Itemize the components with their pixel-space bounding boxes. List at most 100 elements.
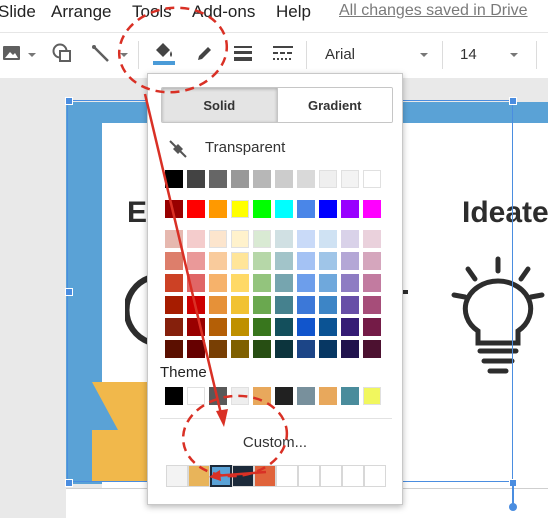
color-swatch-theme[interactable]: [209, 387, 227, 405]
color-swatch-shade[interactable]: [275, 274, 293, 292]
color-swatch-shade[interactable]: [187, 296, 205, 314]
color-swatch-gray[interactable]: [165, 170, 183, 188]
color-swatch-theme[interactable]: [165, 387, 183, 405]
color-swatch-theme[interactable]: [319, 387, 337, 405]
custom-color-swatch[interactable]: [254, 465, 276, 487]
color-swatch-shade[interactable]: [187, 252, 205, 270]
color-swatch-bright[interactable]: [363, 200, 381, 218]
custom-color-empty-slot[interactable]: [320, 465, 342, 487]
color-swatch-shade[interactable]: [253, 318, 271, 336]
color-swatch-shade[interactable]: [165, 252, 183, 270]
color-swatch-shade[interactable]: [209, 340, 227, 358]
color-swatch-shade[interactable]: [165, 230, 183, 248]
custom-color-swatch[interactable]: [188, 465, 210, 487]
color-swatch-shade[interactable]: [253, 340, 271, 358]
color-swatch-shade[interactable]: [275, 340, 293, 358]
color-swatch-theme[interactable]: [187, 387, 205, 405]
color-swatch-bright[interactable]: [341, 200, 359, 218]
color-swatch-gray[interactable]: [363, 170, 381, 188]
color-swatch-theme[interactable]: [341, 387, 359, 405]
color-swatch-shade[interactable]: [187, 274, 205, 292]
color-swatch-shade[interactable]: [363, 340, 381, 358]
color-swatch-shade[interactable]: [231, 318, 249, 336]
menu-tools[interactable]: Tools: [132, 2, 172, 22]
custom-color-swatch[interactable]: [166, 465, 188, 487]
color-swatch-shade[interactable]: [341, 252, 359, 270]
color-swatch-shade[interactable]: [341, 340, 359, 358]
color-swatch-shade[interactable]: [187, 230, 205, 248]
color-swatch-shade[interactable]: [253, 230, 271, 248]
color-swatch-theme[interactable]: [231, 387, 249, 405]
color-swatch-shade[interactable]: [275, 318, 293, 336]
color-swatch-shade[interactable]: [165, 318, 183, 336]
color-swatch-shade[interactable]: [165, 274, 183, 292]
font-size-select[interactable]: 14: [446, 33, 530, 77]
color-swatch-theme[interactable]: [363, 387, 381, 405]
color-swatch-bright[interactable]: [319, 200, 337, 218]
rotate-handle[interactable]: [509, 503, 517, 511]
color-swatch-shade[interactable]: [209, 318, 227, 336]
custom-color-empty-slot[interactable]: [276, 465, 298, 487]
color-swatch-gray[interactable]: [231, 170, 249, 188]
insert-image-button[interactable]: [0, 33, 38, 77]
tab-solid[interactable]: Solid: [162, 88, 277, 122]
color-swatch-gray[interactable]: [209, 170, 227, 188]
resize-handle-top-right[interactable]: [509, 97, 517, 105]
color-swatch-shade[interactable]: [319, 274, 337, 292]
color-swatch-shade[interactable]: [363, 230, 381, 248]
color-swatch-shade[interactable]: [297, 296, 315, 314]
color-swatch-shade[interactable]: [297, 274, 315, 292]
menu-help[interactable]: Help: [276, 2, 311, 22]
color-swatch-shade[interactable]: [253, 252, 271, 270]
color-swatch-shade[interactable]: [187, 318, 205, 336]
fill-color-button[interactable]: [146, 33, 182, 77]
color-swatch-gray[interactable]: [187, 170, 205, 188]
shape-button[interactable]: [48, 33, 76, 77]
color-swatch-shade[interactable]: [209, 296, 227, 314]
color-swatch-shade[interactable]: [275, 252, 293, 270]
color-swatch-gray[interactable]: [253, 170, 271, 188]
color-swatch-shade[interactable]: [231, 296, 249, 314]
color-swatch-theme[interactable]: [297, 387, 315, 405]
custom-color-swatch[interactable]: [232, 465, 254, 487]
font-family-select[interactable]: Arial: [310, 33, 438, 77]
border-weight-button[interactable]: [228, 33, 258, 77]
color-swatch-shade[interactable]: [319, 318, 337, 336]
color-swatch-bright[interactable]: [187, 200, 205, 218]
color-swatch-shade[interactable]: [209, 230, 227, 248]
color-swatch-bright[interactable]: [253, 200, 271, 218]
color-swatch-bright[interactable]: [275, 200, 293, 218]
resize-handle-bottom-left[interactable]: [65, 479, 73, 487]
color-swatch-bright[interactable]: [231, 200, 249, 218]
color-swatch-theme[interactable]: [253, 387, 271, 405]
color-swatch-shade[interactable]: [253, 274, 271, 292]
color-swatch-shade[interactable]: [187, 340, 205, 358]
menu-slide[interactable]: Slide: [0, 2, 36, 22]
color-swatch-shade[interactable]: [297, 340, 315, 358]
color-swatch-gray[interactable]: [297, 170, 315, 188]
color-swatch-shade[interactable]: [363, 252, 381, 270]
border-dash-button[interactable]: [266, 33, 300, 77]
color-swatch-shade[interactable]: [341, 230, 359, 248]
color-swatch-shade[interactable]: [231, 230, 249, 248]
menu-arrange[interactable]: Arrange: [51, 2, 111, 22]
color-swatch-shade[interactable]: [165, 296, 183, 314]
color-swatch-shade[interactable]: [297, 230, 315, 248]
color-swatch-shade[interactable]: [253, 296, 271, 314]
custom-color-swatch[interactable]: [210, 465, 232, 487]
color-swatch-gray[interactable]: [275, 170, 293, 188]
color-swatch-shade[interactable]: [275, 230, 293, 248]
color-swatch-shade[interactable]: [363, 318, 381, 336]
color-swatch-shade[interactable]: [319, 340, 337, 358]
color-swatch-shade[interactable]: [363, 296, 381, 314]
color-swatch-shade[interactable]: [231, 340, 249, 358]
color-swatch-shade[interactable]: [319, 296, 337, 314]
color-swatch-gray[interactable]: [319, 170, 337, 188]
color-swatch-shade[interactable]: [231, 252, 249, 270]
border-color-button[interactable]: [190, 33, 220, 77]
color-swatch-theme[interactable]: [275, 387, 293, 405]
color-swatch-bright[interactable]: [209, 200, 227, 218]
resize-handle-top-left[interactable]: [65, 97, 73, 105]
color-swatch-shade[interactable]: [341, 296, 359, 314]
color-swatch-shade[interactable]: [341, 318, 359, 336]
